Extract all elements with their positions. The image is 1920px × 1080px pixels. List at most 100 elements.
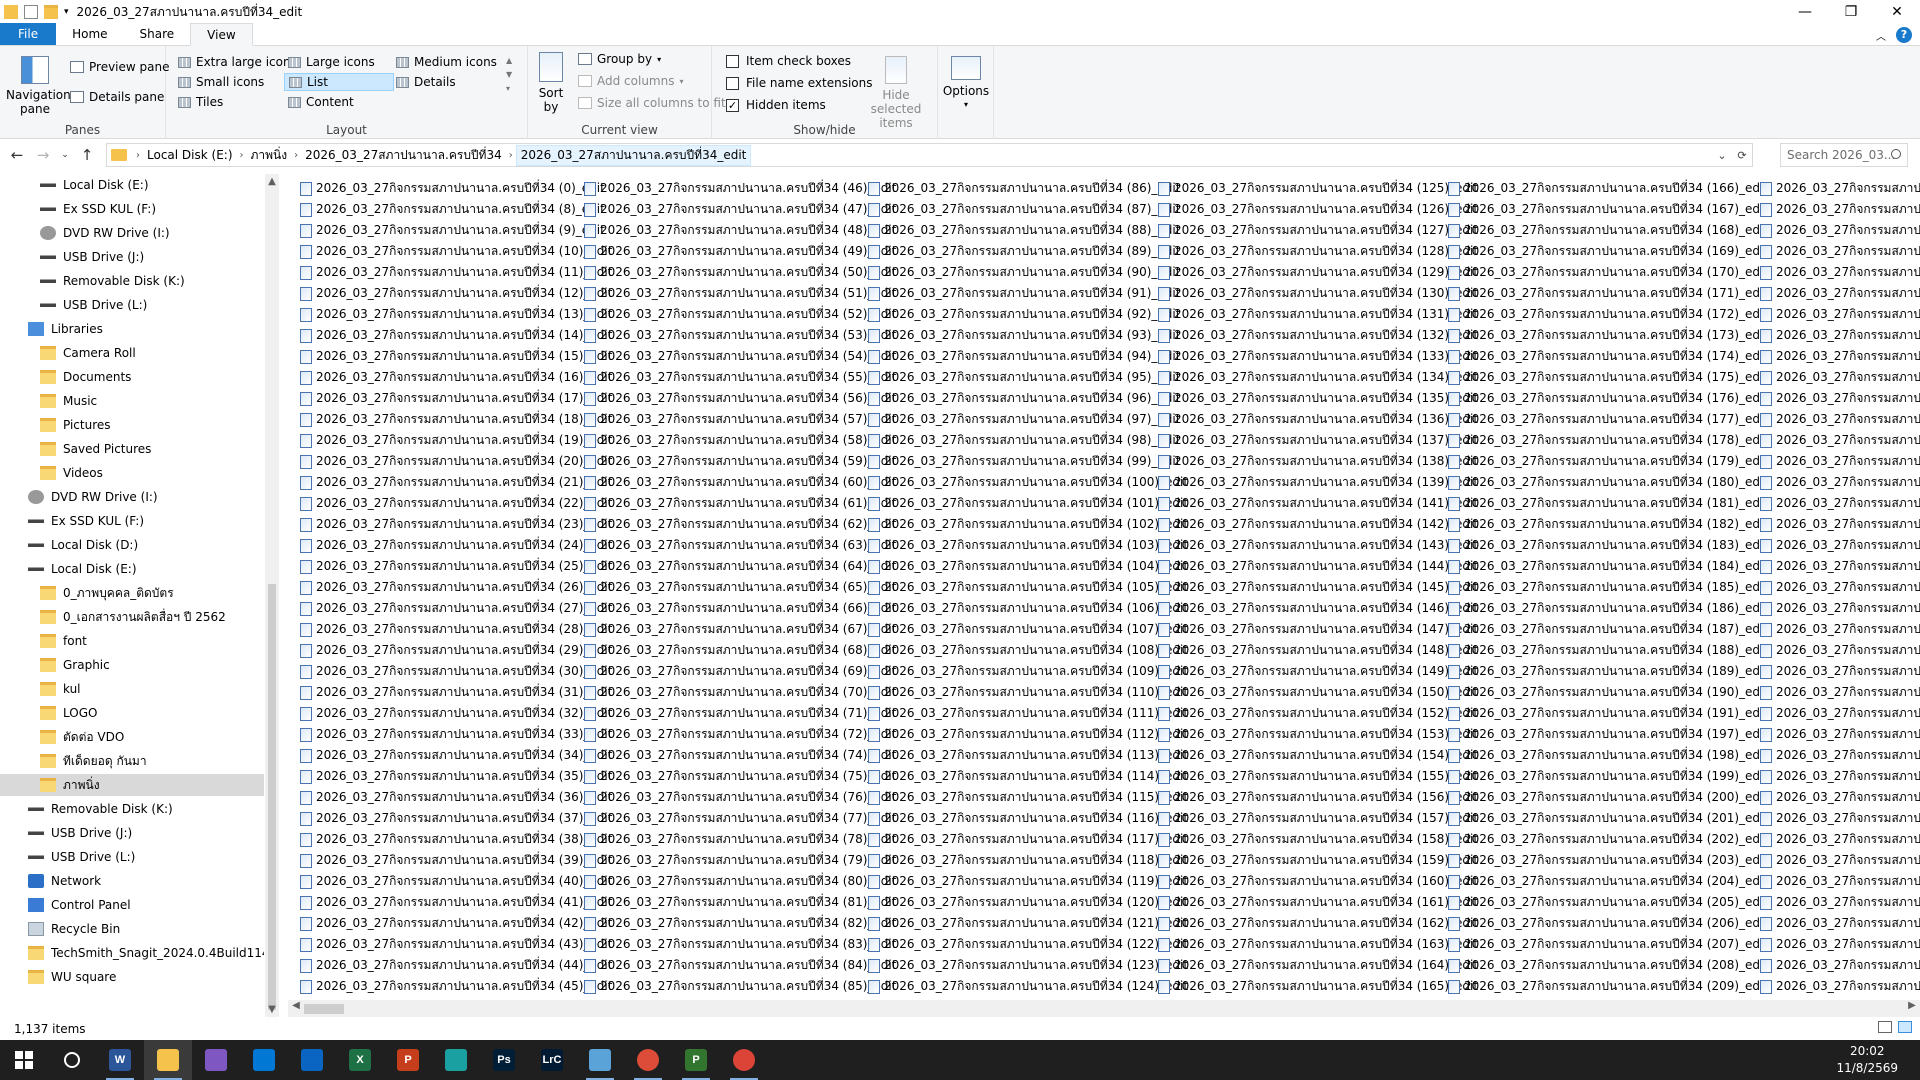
nav-item[interactable]: Removable Disk (K:) xyxy=(28,798,173,820)
file-item[interactable]: 2026_03_27กิจกรรมสภาปนานาล.ครบปีที่34 (5… xyxy=(584,283,896,304)
taskbar-snagit-button[interactable] xyxy=(576,1040,624,1080)
file-item[interactable]: 2026_03_27กิจกรรมสภาปนานาล.ครบปีที่34 (3… xyxy=(300,745,612,766)
system-clock[interactable]: 20:02 11/8/2569 xyxy=(1836,1043,1898,1077)
file-item[interactable]: 2026_03_27กิจกรรมสภาปนานาล.ครบปีที่34 (2… xyxy=(1448,871,1768,892)
details-view-icon[interactable] xyxy=(1878,1021,1892,1033)
nav-item[interactable]: Ex SSD KUL (F:) xyxy=(28,510,144,532)
file-item[interactable]: 2026_03_27กิจกรรมสภาปนานาล.ครบปีที่34 (1… xyxy=(1158,535,1478,556)
folder-icon[interactable] xyxy=(4,5,18,19)
nav-item[interactable]: Documents xyxy=(40,366,131,388)
file-item[interactable]: 2026_03_27กิจกรรมสภาปนานาล... xyxy=(1760,724,1920,745)
file-item[interactable]: 2026_03_27กิจกรรมสภาปนานาล.ครบปีที่34 (1… xyxy=(1158,808,1478,829)
file-item[interactable]: 2026_03_27กิจกรรมสภาปนานาล.ครบปีที่34 (9… xyxy=(868,325,1188,346)
file-item[interactable]: 2026_03_27กิจกรรมสภาปนานาล... xyxy=(1760,409,1920,430)
layout-list[interactable]: List xyxy=(284,73,394,91)
taskbar-lightroom-button[interactable]: LrC xyxy=(528,1040,576,1080)
file-item[interactable]: 2026_03_27กิจกรรมสภาปนานาล.ครบปีที่34 (4… xyxy=(300,976,612,996)
nav-pane-scrollbar[interactable]: ▲ ▼ xyxy=(265,174,279,1017)
file-item[interactable]: 2026_03_27กิจกรรมสภาปนานาล.ครบปีที่34 (5… xyxy=(584,325,896,346)
file-item[interactable]: 2026_03_27กิจกรรมสภาปนานาล.ครบปีที่34 (2… xyxy=(1448,955,1768,976)
file-item[interactable]: 2026_03_27กิจกรรมสภาปนานาล.ครบปีที่34 (1… xyxy=(300,430,612,451)
file-item[interactable]: 2026_03_27กิจกรรมสภาปนานาล.ครบปีที่34 (0… xyxy=(300,178,612,199)
file-item[interactable]: 2026_03_27กิจกรรมสภาปนานาล... xyxy=(1760,325,1920,346)
file-item[interactable]: 2026_03_27กิจกรรมสภาปนานาล.ครบปีที่34 (3… xyxy=(300,766,612,787)
nav-item[interactable]: Local Disk (E:) xyxy=(40,174,149,196)
file-item[interactable]: 2026_03_27กิจกรรมสภาปนานาล... xyxy=(1760,934,1920,955)
file-item[interactable]: 2026_03_27กิจกรรมสภาปนานาล.ครบปีที่34 (8… xyxy=(584,934,896,955)
file-item[interactable]: 2026_03_27กิจกรรมสภาปนานาล... xyxy=(1760,283,1920,304)
file-item[interactable]: 2026_03_27กิจกรรมสภาปนานาล.ครบปีที่34 (2… xyxy=(300,640,612,661)
file-item[interactable]: 2026_03_27กิจกรรมสภาปนานาล.ครบปีที่34 (1… xyxy=(1448,556,1768,577)
file-item[interactable]: 2026_03_27กิจกรรมสภาปนานาล.ครบปีที่34 (1… xyxy=(1448,472,1768,493)
file-item[interactable]: 2026_03_27กิจกรรมสภาปนานาล.ครบปีที่34 (5… xyxy=(584,430,896,451)
file-item[interactable]: 2026_03_27กิจกรรมสภาปนานาล.ครบปีที่34 (1… xyxy=(1158,913,1478,934)
file-item[interactable]: 2026_03_27กิจกรรมสภาปนานาล.ครบปีที่34 (1… xyxy=(1448,640,1768,661)
file-item[interactable]: 2026_03_27กิจกรรมสภาปนานาล.ครบปีที่34 (6… xyxy=(584,598,896,619)
file-item[interactable]: 2026_03_27กิจกรรมสภาปนานาล.ครบปีที่34 (1… xyxy=(1158,640,1478,661)
file-item[interactable]: 2026_03_27กิจกรรมสภาปนานาล.ครบปีที่34 (1… xyxy=(868,472,1188,493)
file-item[interactable]: 2026_03_27กิจกรรมสภาปนานาล.ครบปีที่34 (1… xyxy=(1448,262,1768,283)
file-item[interactable]: 2026_03_27กิจกรรมสภาปนานาล... xyxy=(1760,808,1920,829)
navigation-pane-button[interactable]: Navigation pane xyxy=(6,56,71,116)
scroll-up-arrow-icon[interactable]: ▲ xyxy=(265,176,279,187)
nav-item[interactable]: Ex SSD KUL (F:) xyxy=(40,198,156,220)
file-item[interactable]: 2026_03_27กิจกรรมสภาปนานาล.ครบปีที่34 (1… xyxy=(1158,703,1478,724)
file-item[interactable]: 2026_03_27กิจกรรมสภาปนานาล.ครบปีที่34 (8… xyxy=(584,955,896,976)
file-item[interactable]: 2026_03_27กิจกรรมสภาปนานาล... xyxy=(1760,892,1920,913)
file-item[interactable]: 2026_03_27กิจกรรมสภาปนานาล... xyxy=(1760,703,1920,724)
file-item[interactable]: 2026_03_27กิจกรรมสภาปนานาล.ครบปีที่34 (1… xyxy=(1448,283,1768,304)
nav-item[interactable]: 0_เอกสารงานผลิตสื่อฯ ปี 2562 xyxy=(40,606,226,628)
file-item[interactable]: 2026_03_27กิจกรรมสภาปนานาล.ครบปีที่34 (1… xyxy=(1158,199,1478,220)
file-item[interactable]: 2026_03_27กิจกรรมสภาปนานาล.ครบปีที่34 (1… xyxy=(1448,703,1768,724)
file-item[interactable]: 2026_03_27กิจกรรมสภาปนานาล.ครบปีที่34 (3… xyxy=(300,829,612,850)
file-item[interactable]: 2026_03_27กิจกรรมสภาปนานาล.ครบปีที่34 (1… xyxy=(1448,304,1768,325)
file-item[interactable]: 2026_03_27กิจกรรมสภาปนานาล.ครบปีที่34 (1… xyxy=(1158,955,1478,976)
file-item[interactable]: 2026_03_27กิจกรรมสภาปนานาล.ครบปีที่34 (8… xyxy=(584,892,896,913)
help-icon[interactable]: ? xyxy=(1896,27,1912,43)
breadcrumb-separator-icon[interactable]: › xyxy=(506,150,516,161)
file-item[interactable]: 2026_03_27กิจกรรมสภาปนานาล... xyxy=(1760,220,1920,241)
file-item[interactable]: 2026_03_27กิจกรรมสภาปนานาล.ครบปีที่34 (5… xyxy=(584,409,896,430)
file-item[interactable]: 2026_03_27กิจกรรมสภาปนานาล.ครบปีที่34 (1… xyxy=(1158,241,1478,262)
nav-item[interactable]: ตัดต่อ VDO xyxy=(40,726,124,748)
nav-item[interactable]: USB Drive (J:) xyxy=(40,246,144,268)
file-item[interactable]: 2026_03_27กิจกรรมสภาปนานาล.ครบปีที่34 (1… xyxy=(868,976,1188,996)
scrollbar-thumb[interactable] xyxy=(268,584,276,1010)
file-item[interactable]: 2026_03_27กิจกรรมสภาปนานาล.ครบปีที่34 (1… xyxy=(300,325,612,346)
layout-tiles[interactable]: Tiles xyxy=(174,93,227,111)
file-item[interactable]: 2026_03_27กิจกรรมสภาปนานาล... xyxy=(1760,640,1920,661)
file-item[interactable]: 2026_03_27กิจกรรมสภาปนานาล.ครบปีที่34 (1… xyxy=(1448,682,1768,703)
taskbar-store-button[interactable] xyxy=(240,1040,288,1080)
scroll-left-arrow-icon[interactable]: ◀ xyxy=(289,1000,303,1011)
file-item[interactable]: 2026_03_27กิจกรรมสภาปนานาล.ครบปีที่34 (9… xyxy=(300,220,612,241)
file-item[interactable]: 2026_03_27กิจกรรมสภาปนานาล... xyxy=(1760,346,1920,367)
file-item[interactable]: 2026_03_27กิจกรรมสภาปนานาล.ครบปีที่34 (6… xyxy=(584,514,896,535)
file-item[interactable]: 2026_03_27กิจกรรมสภาปนานาล.ครบปีที่34 (1… xyxy=(1448,325,1768,346)
file-item[interactable]: 2026_03_27กิจกรรมสภาปนานาล.ครบปีที่34 (1… xyxy=(1448,451,1768,472)
forward-arrow-icon[interactable]: → xyxy=(30,146,56,164)
customize-toolbar-icon[interactable]: ▾ xyxy=(64,7,69,17)
file-item[interactable]: 2026_03_27กิจกรรมสภาปนานาล.ครบปีที่34 (1… xyxy=(868,577,1188,598)
file-item[interactable]: 2026_03_27กิจกรรมสภาปนานาล.ครบปีที่34 (5… xyxy=(584,388,896,409)
file-item[interactable]: 2026_03_27กิจกรรมสภาปนานาล.ครบปีที่34 (1… xyxy=(1158,514,1478,535)
file-item[interactable]: 2026_03_27กิจกรรมสภาปนานาล.ครบปีที่34 (2… xyxy=(1448,787,1768,808)
file-item[interactable]: 2026_03_27กิจกรรมสภาปนานาล.ครบปีที่34 (9… xyxy=(868,430,1188,451)
file-item[interactable]: 2026_03_27กิจกรรมสภาปนานาล.ครบปีที่34 (1… xyxy=(1158,871,1478,892)
taskbar-file-explorer-button[interactable] xyxy=(144,1040,192,1080)
hide-selected-items-button[interactable]: Hide selected items xyxy=(858,56,934,130)
file-item[interactable]: 2026_03_27กิจกรรมสภาปนานาล... xyxy=(1760,535,1920,556)
file-item[interactable]: 2026_03_27กิจกรรมสภาปนานาล.ครบปีที่34 (4… xyxy=(584,241,896,262)
layout-large-icons[interactable]: Large icons xyxy=(284,53,379,71)
nav-item[interactable]: Network xyxy=(28,870,101,892)
file-item[interactable]: 2026_03_27กิจกรรมสภาปนานาล.ครบปีที่34 (9… xyxy=(868,451,1188,472)
file-item[interactable]: 2026_03_27กิจกรรมสภาปนานาล.ครบปีที่34 (9… xyxy=(868,283,1188,304)
breadcrumb-still-images[interactable]: ภาพนิ่ง xyxy=(247,146,292,165)
file-item[interactable]: 2026_03_27กิจกรรมสภาปนานาล.ครบปีที่34 (1… xyxy=(1158,262,1478,283)
taskbar-start-button[interactable] xyxy=(0,1040,48,1080)
item-check-boxes-checkbox[interactable]: Item check boxes xyxy=(726,54,851,68)
file-item[interactable]: 2026_03_27กิจกรรมสภาปนานาล... xyxy=(1760,661,1920,682)
file-item[interactable]: 2026_03_27กิจกรรมสภาปนานาล... xyxy=(1760,304,1920,325)
new-folder-icon[interactable] xyxy=(44,5,58,19)
nav-item[interactable]: font xyxy=(40,630,87,652)
file-item[interactable]: 2026_03_27กิจกรรมสภาปนานาล.ครบปีที่34 (1… xyxy=(868,619,1188,640)
